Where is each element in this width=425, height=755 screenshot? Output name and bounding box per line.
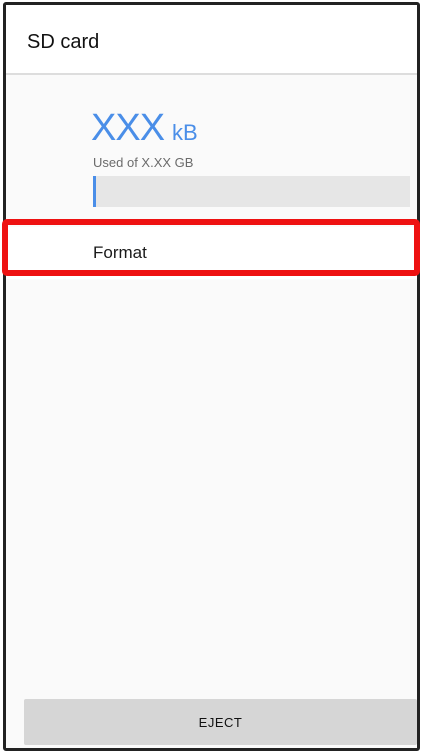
- eject-button[interactable]: EJECT: [24, 699, 417, 745]
- storage-progress-bar: [93, 176, 410, 207]
- storage-used-unit: kB: [172, 120, 198, 145]
- device-screen: SD card XXX kB Used of X.XX GB Format EJE…: [3, 2, 420, 751]
- format-menu-item[interactable]: Format: [6, 227, 417, 279]
- storage-progress-fill: [93, 176, 96, 207]
- storage-used-amount: XXX kB: [91, 107, 198, 150]
- page-title: SD card: [27, 31, 100, 53]
- storage-usage-summary: XXX kB Used of X.XX GB: [6, 75, 417, 223]
- eject-label: EJECT: [198, 714, 243, 730]
- storage-used-value: XXX: [91, 107, 165, 149]
- format-label: Format: [93, 243, 147, 262]
- app-bar: SD card: [6, 5, 417, 75]
- storage-capacity-caption: Used of X.XX GB: [93, 155, 194, 170]
